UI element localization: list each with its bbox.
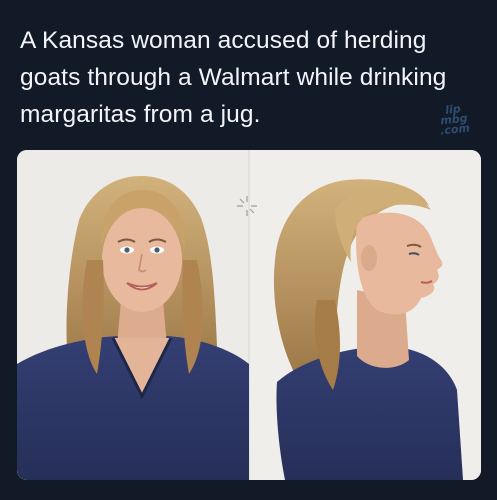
profile-ear [361,245,377,271]
front-face [102,208,182,312]
post-caption: A Kansas woman accused of herding goats … [20,27,447,128]
mugshot-illustration [17,150,481,480]
watermark-line-3: .com [439,121,471,138]
mugshot-photo [17,150,481,480]
watermark-logo: lip mbg .com [433,102,476,138]
profile-shirt [276,346,463,480]
